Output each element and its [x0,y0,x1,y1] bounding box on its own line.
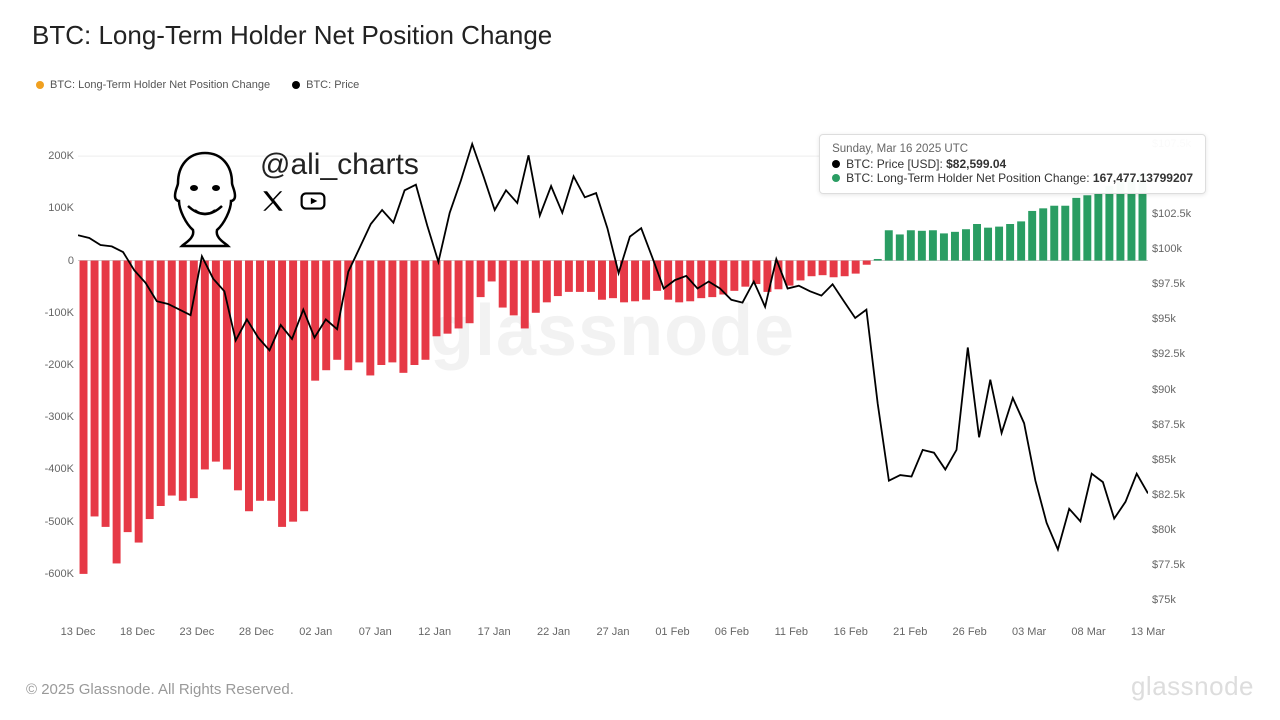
legend-label-lth: BTC: Long-Term Holder Net Position Chang… [50,79,270,91]
tooltip: Sunday, Mar 16 2025 UTC BTC: Price [USD]… [819,134,1206,194]
copyright-footer: © 2025 Glassnode. All Rights Reserved. [26,681,294,698]
legend-label-price: BTC: Price [306,79,359,91]
tooltip-price-label: BTC: Price [USD]: [846,157,946,171]
author-block: @ali_charts [160,148,419,248]
tooltip-dot-green [832,174,840,182]
y-axis-right: $107.5k$105k$102.5k$100k$97.5k$95k$92.5k… [1152,130,1206,600]
tooltip-lth-value: 167,477.13799207 [1093,171,1193,185]
legend-item-lth: BTC: Long-Term Holder Net Position Chang… [36,79,270,91]
avatar-icon [160,148,250,248]
author-handle: @ali_charts [260,148,419,182]
brand-logo: glassnode [1131,671,1254,702]
legend: BTC: Long-Term Holder Net Position Chang… [0,51,1280,91]
legend-dot-orange [36,81,44,89]
youtube-icon[interactable] [300,188,326,214]
y-axis-left: 200K100K0-100K-200K-300K-400K-500K-600K [22,130,74,600]
tooltip-price-row: BTC: Price [USD]: $82,599.04 [832,157,1193,171]
tooltip-lth-label: BTC: Long-Term Holder Net Position Chang… [846,171,1093,185]
tooltip-dot-black [832,160,840,168]
tooltip-date: Sunday, Mar 16 2025 UTC [832,143,1193,155]
social-icons [260,188,419,214]
tooltip-price-value: $82,599.04 [946,157,1006,171]
page-title: BTC: Long-Term Holder Net Position Chang… [0,0,1280,51]
legend-item-price: BTC: Price [292,79,359,91]
x-twitter-icon[interactable] [260,188,286,214]
tooltip-lth-row: BTC: Long-Term Holder Net Position Chang… [832,171,1193,185]
legend-dot-black [292,81,300,89]
